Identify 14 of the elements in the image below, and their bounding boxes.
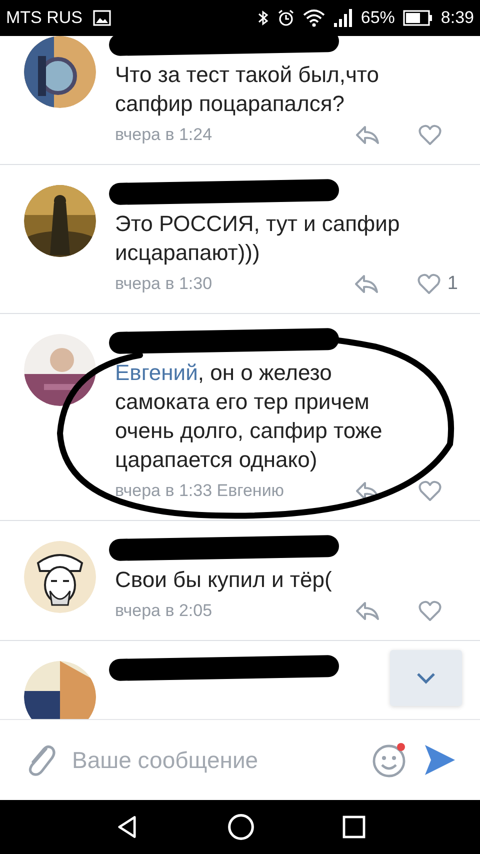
battery-percent: 65%	[360, 8, 395, 28]
message-field[interactable]: Ваше сообщение	[72, 740, 356, 780]
comment-time: вчера в 1:33 Евгению	[115, 481, 284, 501]
comment-time: вчера в 1:24	[115, 125, 212, 145]
clock-time: 8:39	[440, 8, 474, 28]
comment-text: Это РОССИЯ, тут и сапфир исцарапают)))	[115, 210, 401, 267]
like-count: 1	[447, 273, 458, 295]
comment-time: вчера в 1:30	[115, 274, 212, 294]
comment-time: вчера в 2:05	[115, 601, 212, 621]
carrier-name: MTS RUS	[6, 8, 82, 28]
comment-text: Свои бы купил и тёр(	[115, 566, 333, 594]
comment-text: Евгений, он о железо самоката его тер причем очень долго, сапфир тоже царапается однако)	[115, 359, 384, 474]
comment-text: Что за тест такой был,что сапфир поцарапался?	[115, 61, 380, 118]
reply-link[interactable]: Евгений	[115, 360, 198, 385]
